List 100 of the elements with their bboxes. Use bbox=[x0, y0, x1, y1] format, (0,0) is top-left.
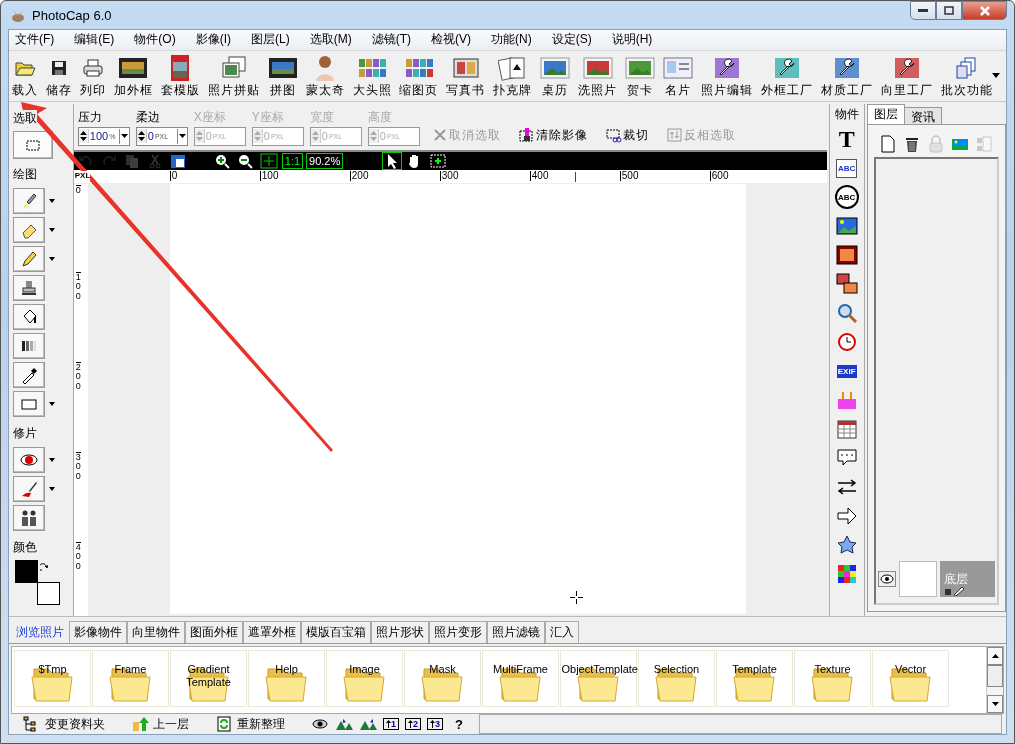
toolbar-button[interactable]: 蒙太奇 bbox=[304, 53, 346, 99]
menu-item[interactable]: 说明(H) bbox=[605, 31, 667, 49]
help-button[interactable]: ? bbox=[455, 716, 463, 732]
folder-item[interactable]: Frame bbox=[92, 650, 169, 708]
text-tool[interactable]: T bbox=[838, 127, 855, 152]
tool-button[interactable] bbox=[13, 333, 45, 360]
toolbar-button[interactable]: 变更资料夹 bbox=[23, 715, 105, 733]
folder-item[interactable]: MultiFrame bbox=[482, 650, 559, 708]
menu-item[interactable]: 影像(I) bbox=[189, 31, 245, 49]
circle-text-tool[interactable]: ABC bbox=[834, 185, 859, 210]
folder-item[interactable]: $Tmp bbox=[14, 650, 91, 708]
tool-button[interactable] bbox=[13, 505, 45, 532]
menu-item[interactable]: 选取(M) bbox=[303, 31, 366, 49]
toolbar-button[interactable]: 大头照 bbox=[351, 53, 393, 99]
folder-item[interactable]: Vector bbox=[872, 650, 949, 708]
star-icon[interactable] bbox=[835, 534, 858, 557]
new-layer-icon[interactable] bbox=[879, 134, 896, 153]
toolbar-button[interactable]: 批次功能 bbox=[939, 53, 994, 99]
folder-item[interactable]: Selection bbox=[638, 650, 715, 708]
toolbar-button[interactable]: 上一层 bbox=[131, 715, 189, 733]
caret-icon[interactable] bbox=[120, 134, 128, 139]
toolbar-button[interactable]: 写真书 bbox=[445, 53, 487, 99]
toolbar-button[interactable]: 重新整理 bbox=[215, 715, 285, 733]
foreground-color-swatch[interactable] bbox=[15, 559, 38, 583]
menu-item[interactable]: 文件(F) bbox=[9, 31, 69, 49]
picture-icon[interactable] bbox=[835, 215, 858, 238]
folder-item[interactable]: Texture bbox=[794, 650, 871, 708]
browser-tab[interactable]: 照片形状 bbox=[371, 621, 429, 644]
toolbar-button[interactable]: 向里工厂 bbox=[879, 53, 934, 99]
scroll-up-icon[interactable] bbox=[991, 654, 999, 659]
caret-icon[interactable] bbox=[49, 257, 55, 262]
toolbar-button[interactable]: 加外框 bbox=[112, 53, 154, 99]
browser-tab[interactable]: 向里物件 bbox=[127, 621, 185, 644]
toolbar-button[interactable]: 扑克牌 bbox=[492, 53, 534, 99]
layers-icon[interactable] bbox=[835, 273, 858, 296]
sort-button[interactable]: 3 bbox=[427, 718, 444, 730]
swap-colors-icon[interactable] bbox=[39, 561, 48, 571]
zoom-level[interactable]: 90.2% bbox=[306, 152, 344, 169]
toolbar-button[interactable]: 外框工厂 bbox=[759, 53, 814, 99]
exif-tool[interactable]: EXIF bbox=[836, 364, 857, 378]
toolbar-button[interactable]: 桌历 bbox=[539, 53, 572, 99]
toolbar-button[interactable]: 拼图 bbox=[266, 53, 299, 99]
grid-icon[interactable] bbox=[835, 563, 858, 586]
spinner-arrows-icon[interactable] bbox=[78, 129, 88, 144]
action-button[interactable]: 清除影像 bbox=[512, 126, 594, 146]
toolbar-button[interactable]: 照片拼贴 bbox=[206, 53, 261, 99]
folder-item[interactable]: ObjectTemplate bbox=[560, 650, 637, 708]
toolbar-button[interactable]: 缩图页 bbox=[398, 53, 440, 99]
sort-button[interactable]: 1 bbox=[383, 718, 399, 730]
close-button[interactable] bbox=[962, 1, 1007, 20]
toolbar-button[interactable]: 储存 bbox=[44, 53, 73, 99]
background-color-swatch[interactable] bbox=[37, 581, 60, 605]
menu-item[interactable]: 功能(N) bbox=[485, 31, 546, 49]
toolbar-button[interactable]: 套模版 bbox=[159, 53, 201, 99]
folder-item[interactable]: Template bbox=[716, 650, 793, 708]
browser-tab[interactable]: 照片滤镜 bbox=[487, 621, 545, 644]
browser-tab[interactable]: 照片变形 bbox=[429, 621, 487, 644]
caret-icon[interactable] bbox=[49, 487, 55, 492]
folder-item[interactable]: Image bbox=[326, 650, 403, 708]
spinner-arrows-icon[interactable] bbox=[136, 129, 146, 144]
tool-button[interactable] bbox=[13, 304, 45, 331]
frame-icon[interactable] bbox=[835, 244, 858, 267]
tool-button[interactable] bbox=[13, 362, 45, 389]
toolbar-button[interactable]: 贺卡 bbox=[624, 53, 657, 99]
mountain-arrow-icon[interactable] bbox=[335, 717, 353, 731]
cake-icon[interactable] bbox=[835, 389, 858, 412]
mountain-arrow-icon[interactable] bbox=[359, 717, 377, 731]
panel-tab[interactable]: 图层 bbox=[866, 103, 905, 124]
minimize-button[interactable] bbox=[910, 1, 936, 20]
tool-button[interactable] bbox=[13, 217, 45, 244]
fit-icon[interactable] bbox=[258, 151, 279, 170]
scrollbar[interactable] bbox=[986, 647, 1003, 713]
menu-item[interactable]: 滤镜(T) bbox=[365, 31, 425, 49]
toolbar-button[interactable]: 名片 bbox=[662, 53, 695, 99]
scroll-down-icon[interactable] bbox=[991, 702, 999, 706]
folder-item[interactable]: Mask bbox=[404, 650, 481, 708]
caret-icon[interactable] bbox=[178, 134, 186, 139]
maximize-button[interactable] bbox=[936, 1, 962, 20]
tool-button[interactable] bbox=[13, 275, 45, 302]
menu-item[interactable]: 物件(O) bbox=[128, 31, 190, 49]
toolbar-button[interactable]: 载入 bbox=[11, 53, 39, 99]
panel-tab[interactable]: 资讯 bbox=[903, 106, 942, 124]
toolbar-button[interactable]: 洗照片 bbox=[577, 53, 619, 99]
menu-item[interactable]: 检视(V) bbox=[425, 31, 485, 49]
overflow-caret-icon[interactable] bbox=[992, 72, 1000, 78]
folder-item[interactable]: Help bbox=[248, 650, 325, 708]
sort-button[interactable]: 2 bbox=[405, 718, 422, 730]
menu-item[interactable]: 设定(S) bbox=[545, 31, 606, 49]
text-label-tool[interactable]: ABC bbox=[835, 158, 858, 178]
select-add-icon[interactable] bbox=[428, 151, 449, 170]
browser-tab[interactable]: 遮罩外框 bbox=[243, 621, 301, 644]
toolbar-button[interactable]: 材质工厂 bbox=[819, 53, 874, 99]
browser-tab[interactable]: 图面外框 bbox=[185, 621, 243, 644]
tool-button[interactable] bbox=[13, 447, 45, 474]
action-button[interactable]: 裁切 bbox=[599, 126, 655, 146]
clock-icon[interactable] bbox=[835, 331, 858, 354]
folder-item[interactable]: Gradient Template bbox=[170, 650, 247, 708]
menu-item[interactable]: 编辑(E) bbox=[68, 31, 129, 49]
eye-icon[interactable] bbox=[877, 571, 896, 588]
browser-tab[interactable]: 影像物件 bbox=[69, 621, 127, 644]
